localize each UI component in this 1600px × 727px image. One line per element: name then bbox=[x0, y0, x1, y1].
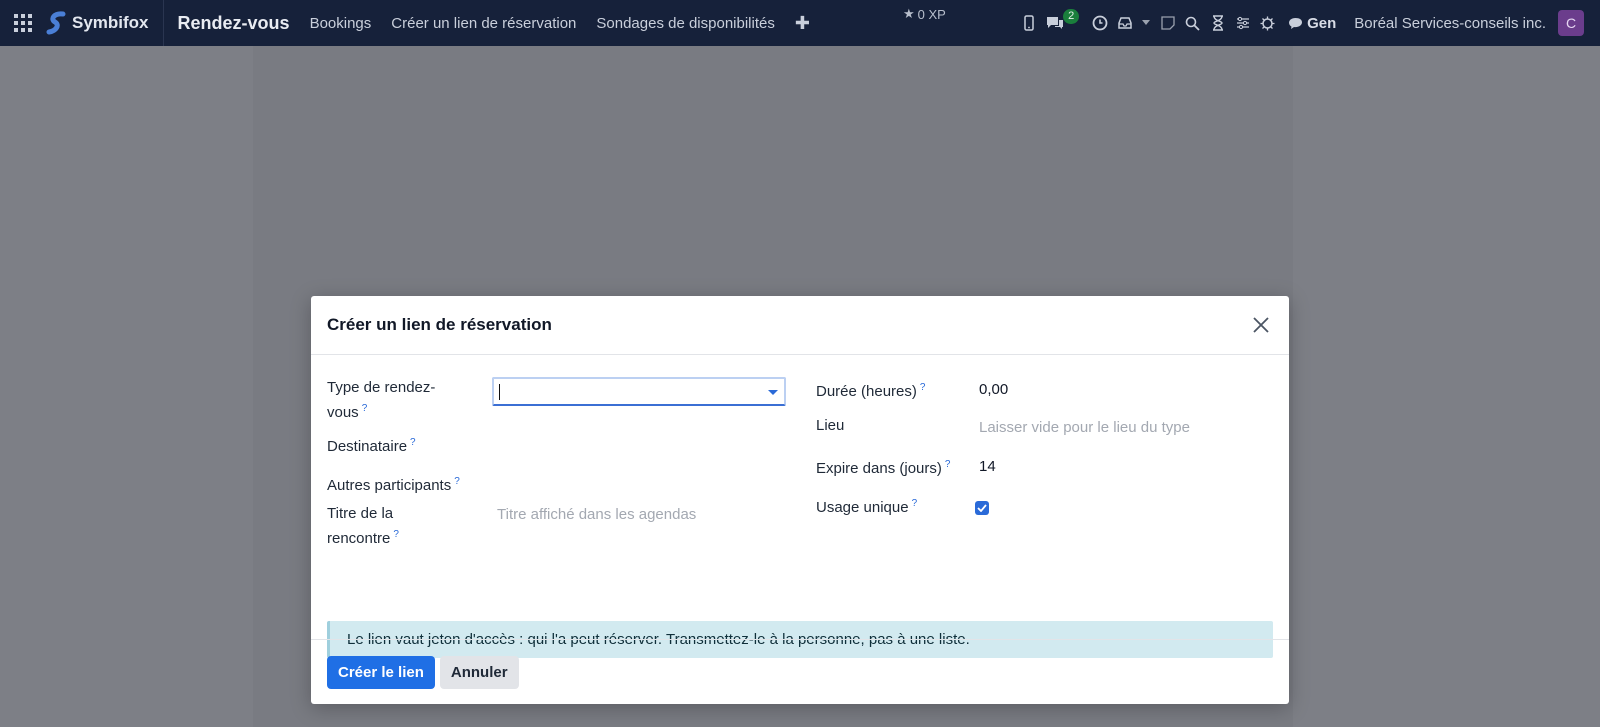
help-tooltip-icon[interactable]: ? bbox=[410, 437, 416, 448]
duration-label-text: Durée (heures) bbox=[816, 383, 917, 400]
single-use-checkbox[interactable] bbox=[975, 501, 989, 515]
meeting-title-label-line2: rencontre bbox=[327, 530, 391, 547]
modal-title: Créer un lien de réservation bbox=[327, 315, 552, 334]
menu-item-bookings[interactable]: Bookings bbox=[310, 15, 372, 32]
other-participants-field[interactable] bbox=[492, 465, 786, 495]
modal-header: Créer un lien de réservation bbox=[311, 296, 1289, 355]
close-icon[interactable] bbox=[1249, 313, 1273, 337]
recipient-field[interactable] bbox=[492, 427, 786, 457]
systray: 2 Gen Boréal Services-conseils inc. C bbox=[1016, 0, 1600, 46]
help-tooltip-icon[interactable]: ? bbox=[393, 529, 399, 540]
bug-icon[interactable] bbox=[1255, 0, 1280, 46]
xp-indicator[interactable]: ★ 0 XP bbox=[903, 6, 946, 22]
single-use-label-text: Usage unique bbox=[816, 499, 909, 516]
hourglass-icon[interactable] bbox=[1205, 0, 1230, 46]
duration-input[interactable]: 0,00 bbox=[979, 381, 1008, 398]
cancel-button[interactable]: Annuler bbox=[439, 655, 519, 689]
appointment-type-label: Type de rendez- vous? bbox=[327, 377, 435, 423]
appointment-type-label-line2: vous bbox=[327, 404, 359, 421]
chevron-down-icon[interactable] bbox=[1137, 0, 1155, 46]
expires-input[interactable]: 14 bbox=[979, 458, 996, 475]
expires-label: Expire dans (jours)? bbox=[816, 454, 950, 479]
modal-footer: Créer le lien Annuler bbox=[311, 639, 1289, 704]
apps-menu-icon[interactable] bbox=[0, 0, 46, 46]
text-cursor bbox=[499, 384, 500, 400]
phone-icon[interactable] bbox=[1016, 0, 1041, 46]
add-menu-icon[interactable]: ✚ bbox=[795, 13, 810, 34]
chat-bubble-icon bbox=[1289, 17, 1303, 29]
location-label: Lieu bbox=[816, 415, 844, 436]
single-use-label: Usage unique? bbox=[816, 493, 917, 518]
expires-label-text: Expire dans (jours) bbox=[816, 460, 942, 477]
modal-body: Type de rendez- vous? Destinataire? Autr… bbox=[311, 355, 1289, 658]
recipient-label-text: Destinataire bbox=[327, 438, 408, 455]
brand-logo[interactable]: Symbifox bbox=[46, 0, 164, 46]
clock-icon[interactable] bbox=[1087, 0, 1112, 46]
create-link-button[interactable]: Créer le lien bbox=[327, 655, 435, 689]
recipient-label: Destinataire? bbox=[327, 432, 416, 457]
gen-label: Gen bbox=[1307, 14, 1337, 32]
location-label-text: Lieu bbox=[816, 417, 845, 434]
top-navbar: Symbifox Rendez-vous Bookings Créer un l… bbox=[0, 0, 1600, 46]
dropdown-arrow-icon[interactable] bbox=[768, 390, 778, 395]
search-icon[interactable] bbox=[1180, 0, 1205, 46]
messages-badge: 2 bbox=[1063, 9, 1080, 24]
gen-assistant-button[interactable]: Gen bbox=[1288, 15, 1336, 32]
meeting-title-label-line1: Titre de la bbox=[327, 505, 394, 522]
star-icon: ★ bbox=[903, 6, 915, 21]
messages-icon[interactable]: 2 bbox=[1041, 0, 1087, 46]
appointment-type-select[interactable] bbox=[492, 377, 786, 406]
brand-name: Symbifox bbox=[72, 13, 149, 32]
location-input[interactable]: Laisser vide pour le lieu du type bbox=[979, 419, 1190, 436]
help-tooltip-icon[interactable]: ? bbox=[454, 476, 460, 487]
help-tooltip-icon[interactable]: ? bbox=[920, 382, 926, 393]
create-link-dialog: Créer un lien de réservation Type de ren… bbox=[311, 296, 1289, 704]
other-participants-label: Autres participants? bbox=[327, 471, 460, 496]
checkmark-icon bbox=[977, 504, 987, 512]
help-tooltip-icon[interactable]: ? bbox=[362, 403, 368, 414]
menu-item-polls[interactable]: Sondages de disponibilités bbox=[596, 15, 774, 32]
user-avatar[interactable]: C bbox=[1558, 10, 1584, 36]
inbox-icon[interactable] bbox=[1112, 0, 1137, 46]
note-icon[interactable] bbox=[1155, 0, 1180, 46]
sliders-icon[interactable] bbox=[1230, 0, 1255, 46]
meeting-title-label: Titre de la rencontre? bbox=[327, 503, 399, 549]
xp-value: 0 XP bbox=[917, 6, 946, 22]
duration-label: Durée (heures)? bbox=[816, 377, 925, 402]
meeting-title-input[interactable]: Titre affiché dans les agendas bbox=[497, 506, 696, 523]
app-title[interactable]: Rendez-vous bbox=[178, 13, 290, 34]
appointment-type-label-line1: Type de rendez- bbox=[327, 379, 436, 396]
company-switcher[interactable]: Boréal Services-conseils inc. bbox=[1354, 15, 1546, 32]
other-participants-label-text: Autres participants bbox=[327, 477, 452, 494]
help-tooltip-icon[interactable]: ? bbox=[912, 498, 918, 509]
menu-item-create-link[interactable]: Créer un lien de réservation bbox=[391, 15, 576, 32]
help-tooltip-icon[interactable]: ? bbox=[945, 459, 951, 470]
logo-icon bbox=[46, 11, 66, 35]
